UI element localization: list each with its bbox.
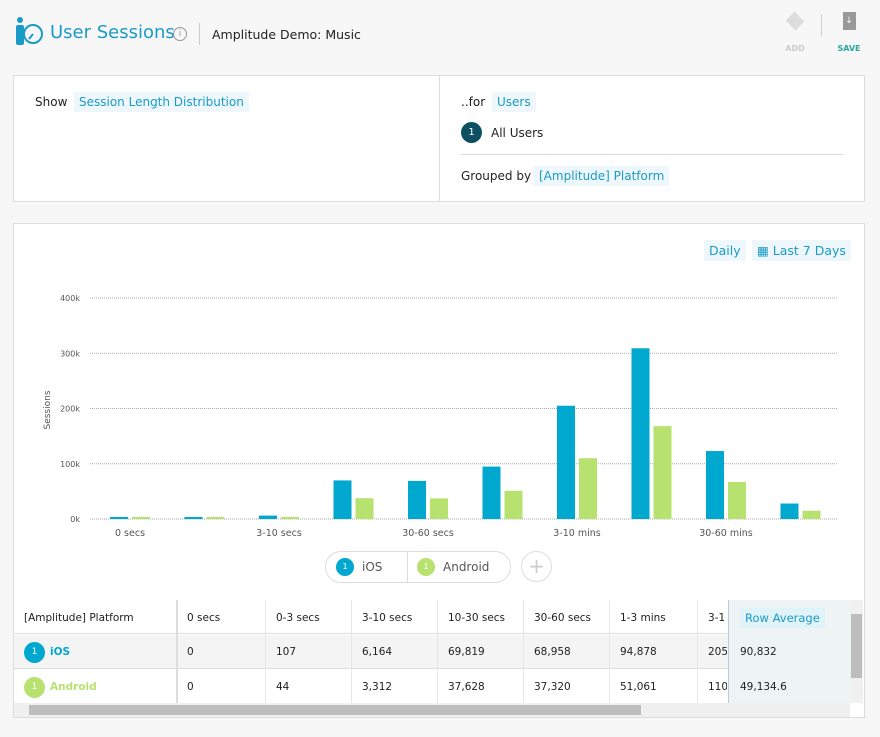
bar-ios	[557, 405, 575, 519]
table-cell: 6,164	[362, 646, 393, 658]
row-badge: 1	[24, 677, 45, 698]
row-label-ios[interactable]: iOS	[50, 646, 70, 658]
divider	[199, 23, 200, 45]
table-cell: 51,061	[620, 681, 657, 693]
bar-android	[281, 517, 299, 519]
project-name[interactable]: Amplitude Demo: Music	[212, 27, 361, 42]
table-cell: 68,958	[534, 646, 571, 658]
add-chart-icon	[785, 11, 805, 31]
table-cell: 110	[708, 681, 727, 693]
query-panel: Show Session Length Distribution ..for U…	[13, 75, 865, 202]
column-header[interactable]: [Amplitude] Platform	[24, 612, 174, 624]
y-tick-label: 300k	[60, 349, 80, 358]
sessions-logo-icon	[14, 16, 44, 48]
table-cell: 94,878	[620, 646, 657, 658]
add-button[interactable]: ADD	[780, 11, 810, 53]
save-label: SAVE	[837, 44, 861, 53]
legend-badge: 1	[336, 558, 354, 576]
row-badge: 1	[24, 642, 45, 663]
metric-selector[interactable]: Session Length Distribution	[74, 92, 249, 112]
save-file-icon: ↓	[842, 12, 856, 30]
row-average-value: 49,134.6	[740, 681, 787, 693]
row-average-value: 90,832	[740, 646, 777, 658]
show-label: Show	[35, 95, 68, 109]
bar-ios	[184, 517, 203, 519]
table-cell: 205	[708, 646, 727, 658]
bar-android	[802, 510, 821, 519]
save-button[interactable]: ↓ SAVE	[832, 12, 866, 53]
bar-ios	[780, 503, 799, 519]
segment-badge: 1	[461, 122, 482, 143]
date-range-selector[interactable]: ▦ Last 7 Days	[752, 240, 851, 261]
y-tick-label: 100k	[60, 460, 80, 469]
y-axis-label: Sessions	[43, 390, 53, 429]
bar-ios	[408, 480, 426, 519]
bar-android	[504, 490, 523, 519]
table-cell: 44	[276, 681, 290, 693]
y-tick-label: 0k	[70, 515, 80, 524]
bar-android	[206, 517, 225, 519]
add-label: ADD	[785, 44, 805, 53]
user-type-selector[interactable]: Users	[492, 92, 536, 112]
x-tick-label: 0 secs	[115, 528, 145, 539]
bar-android	[653, 426, 672, 519]
legend-item-android[interactable]: 1 Android	[409, 552, 509, 582]
table-cell: 107	[276, 646, 297, 658]
row-label-android[interactable]: Android	[50, 681, 97, 693]
info-icon[interactable]: i	[173, 27, 187, 41]
bar-android	[728, 481, 746, 519]
divider	[821, 14, 822, 36]
bar-ios	[482, 466, 501, 519]
x-tick-label: 3-10 secs	[256, 528, 302, 539]
x-tick-label: 3-10 mins	[553, 528, 600, 539]
add-series-button[interactable]: +	[521, 551, 552, 582]
bar-android	[430, 498, 448, 519]
grouped-by-label: Grouped by	[461, 169, 532, 183]
legend-item-ios[interactable]: 1 iOS	[326, 552, 408, 582]
legend: 1 iOS 1 Android	[325, 551, 511, 583]
bar-android	[579, 458, 597, 519]
table-cell: 37,320	[534, 681, 571, 693]
x-tick-label: 30-60 secs	[402, 528, 454, 539]
y-tick-label: 400k	[60, 294, 80, 303]
bar-ios	[631, 348, 650, 519]
for-label: ..for	[461, 95, 486, 109]
bar-ios	[706, 451, 724, 519]
segment-name[interactable]: All Users	[491, 126, 543, 140]
bar-android	[355, 498, 374, 519]
column-header[interactable]: 3-1	[708, 612, 724, 624]
table-cell: 3,312	[362, 681, 393, 693]
bar-ios	[333, 480, 352, 519]
legend-badge: 1	[417, 558, 435, 576]
legend-label: iOS	[362, 560, 383, 574]
date-range-label: Last 7 Days	[772, 243, 846, 258]
row-average-header[interactable]: Row Average	[740, 608, 825, 628]
table-cell: 0	[187, 681, 194, 693]
bar-ios	[259, 515, 277, 519]
interval-selector[interactable]: Daily	[704, 240, 746, 261]
group-by-selector[interactable]: [Amplitude] Platform	[534, 166, 670, 186]
x-tick-label: 30-60 mins	[699, 528, 753, 539]
bar-chart: 0k 100k 200k 300k 400k Sessions 0 secs 3-10 sec…	[43, 294, 838, 539]
bar-ios	[110, 517, 128, 519]
vertical-scrollbar[interactable]	[850, 600, 863, 703]
page-title: User Sessions	[50, 22, 175, 43]
table-cell: 37,628	[448, 681, 485, 693]
table-cell: 69,819	[448, 646, 485, 658]
calendar-icon: ▦	[757, 243, 773, 258]
horizontal-scrollbar[interactable]	[14, 703, 850, 717]
table-cell: 0	[187, 646, 194, 658]
data-table: [Amplitude] Platform 0 secs 0-3 secs 3-10 s…	[14, 600, 850, 703]
legend-label: Android	[443, 560, 490, 574]
y-tick-label: 200k	[60, 405, 80, 414]
bar-android	[132, 517, 150, 519]
